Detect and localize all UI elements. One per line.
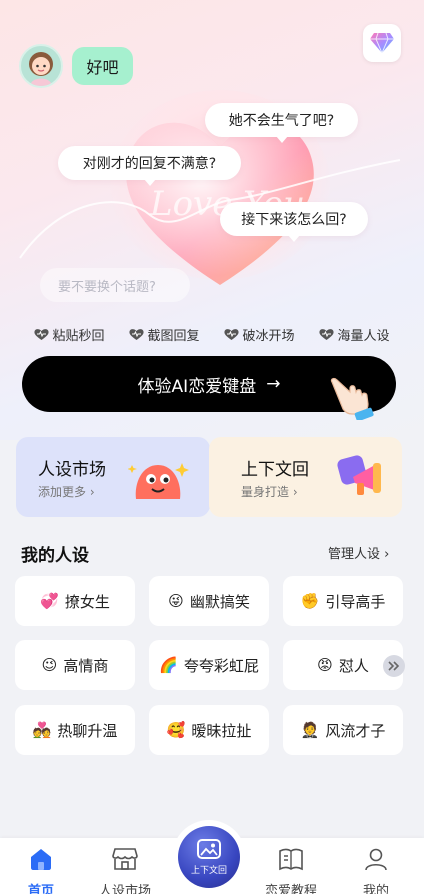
persona-label: 暧昧拉扯	[191, 721, 252, 740]
mascot-icon	[128, 463, 189, 499]
persona-label: 高情商	[63, 656, 109, 675]
feature-paste-reply: 粘贴秒回	[34, 322, 105, 346]
tab-home[interactable]: 首页	[6, 846, 76, 894]
persona-humor[interactable]: 😜 幽默搞笑	[149, 576, 269, 626]
my-personas-title: 我的人设	[21, 546, 89, 566]
persona-emoji: ✊	[300, 592, 320, 610]
persona-label: 怼人	[338, 656, 369, 675]
feature-label: 海量人设	[337, 328, 390, 344]
persona-label: 风流才子	[325, 721, 386, 740]
feature-icebreaker: 破冰开场	[224, 322, 295, 346]
tab-label: 我的	[362, 884, 389, 894]
avatar[interactable]	[19, 44, 63, 88]
persona-emoji: 😡	[317, 656, 333, 674]
question-bubble-unsatisfied[interactable]: 对刚才的回复不满意?	[58, 146, 241, 186]
question-bubble-next[interactable]: 接下来该怎么回?	[220, 202, 368, 242]
image-context-icon	[197, 839, 221, 859]
persona-heat-up-chat[interactable]: 💑 热聊升温	[15, 705, 135, 755]
home-icon	[31, 849, 51, 870]
feature-label: 截图回复	[147, 328, 200, 344]
persona-label: 撩女生	[64, 592, 110, 611]
topic-suggestion[interactable]: 要不要换个话题?	[40, 268, 190, 302]
card-subtitle: 添加更多 ›	[38, 485, 95, 499]
tab-label: 恋爱教程	[264, 884, 317, 894]
context-reply-center-button: 上下文回	[178, 826, 240, 888]
feature-list: 粘贴秒回 截图回复 破冰开场 海量人设	[0, 322, 424, 346]
persona-label: 热聊升温	[57, 721, 118, 740]
persona-emoji: 😉	[41, 656, 58, 674]
persona-tease-girls[interactable]: 💞 撩女生	[15, 576, 135, 626]
hand-pointer-icon	[330, 377, 374, 420]
tab-love-tutorial[interactable]: 恋爱教程	[256, 846, 326, 894]
center-button-label: 上下文回	[190, 866, 227, 876]
persona-emoji: 🥰	[166, 721, 186, 739]
persona-emoji: 😜	[168, 592, 184, 610]
card-title: 上下文回	[241, 460, 309, 480]
book-icon	[279, 848, 303, 871]
card-subtitle: 量身打造 ›	[241, 485, 298, 499]
context-reply-card[interactable]: 上下文回 量身打造 ›	[209, 437, 402, 517]
megaphone-icon	[337, 455, 381, 495]
feature-label: 粘贴秒回	[52, 328, 105, 344]
tab-mine[interactable]: 我的	[341, 846, 411, 894]
persona-emoji: 💑	[32, 721, 52, 739]
persona-high-eq[interactable]: 😉 高情商	[15, 640, 135, 690]
manage-personas-link[interactable]: 管理人设 ›	[328, 543, 389, 562]
persona-emoji: 🌈	[159, 656, 178, 674]
persona-guide-master[interactable]: ✊ 引导高手	[283, 576, 403, 626]
heart-icon	[319, 328, 335, 340]
persona-label: 夸夸彩虹屁	[183, 656, 259, 675]
persona-emoji: 🤵	[300, 721, 320, 739]
persona-flirt-tension[interactable]: 🥰 暧昧拉扯	[149, 705, 269, 755]
arrow-right-icon: →	[266, 374, 281, 394]
user-icon	[365, 848, 387, 871]
heart-icon	[224, 328, 240, 340]
feature-personas: 海量人设	[319, 322, 390, 346]
card-title: 人设市场	[38, 460, 106, 480]
tab-persona-market[interactable]: 人设市场	[90, 846, 160, 894]
persona-label: 幽默搞笑	[189, 592, 250, 611]
tab-label: 首页	[27, 884, 54, 894]
tab-context-reply[interactable]: 上下文回	[172, 820, 246, 894]
persona-market-card[interactable]: 人设市场 添加更多 ›	[16, 437, 210, 517]
reply-bubble: 好吧	[72, 47, 133, 85]
persona-rainbow-praise[interactable]: 🌈 夸夸彩虹屁	[149, 640, 269, 690]
double-chevron-icon	[388, 661, 400, 671]
heart-icon	[129, 328, 145, 340]
feature-screenshot-reply: 截图回复	[129, 322, 200, 346]
persona-emoji: 💞	[40, 592, 59, 610]
try-ai-keyboard-button[interactable]: 体验AI恋爱键盘 →	[22, 356, 396, 420]
diamond-icon	[370, 32, 394, 54]
persona-romantic-scholar[interactable]: 🤵 风流才子	[283, 705, 403, 755]
persona-label: 引导高手	[325, 592, 386, 611]
feature-label: 破冰开场	[242, 328, 295, 344]
question-bubble-angry[interactable]: 她不会生气了吧?	[205, 103, 358, 143]
heart-icon	[34, 328, 50, 340]
vip-diamond-button[interactable]	[363, 24, 401, 62]
store-icon	[112, 848, 138, 870]
tab-label: 人设市场	[98, 884, 151, 894]
expand-personas-button[interactable]	[383, 655, 405, 677]
cta-label: 体验AI恋爱键盘	[137, 376, 257, 397]
